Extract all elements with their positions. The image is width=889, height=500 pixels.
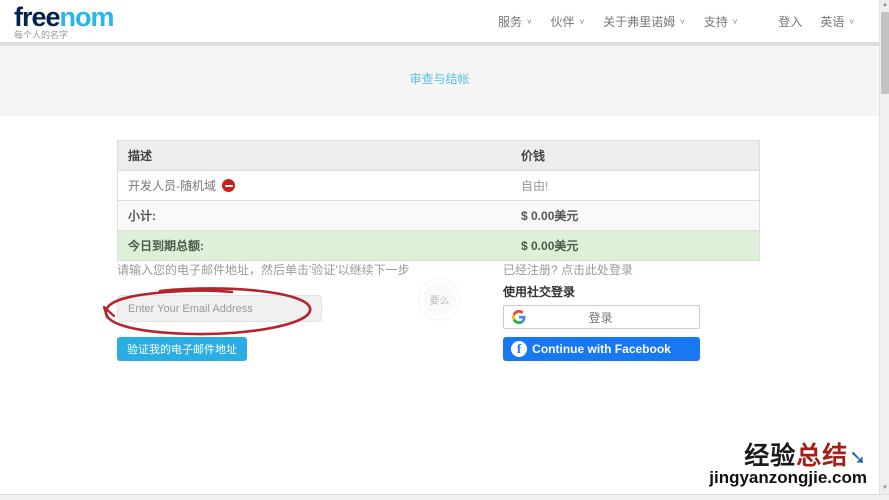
email-instruction: 请输入您的电子邮件地址，然后单击'验证'以继续下一步 [117, 261, 410, 278]
horizontal-scrollbar[interactable] [0, 494, 889, 500]
item-price-cell: 自由! [511, 171, 759, 200]
nav-signin[interactable]: 登入 [778, 13, 802, 30]
order-summary-table: 描述 价钱 开发人员-随机域 自由! 小计: $ 0.00美元 今日到期总额: … [117, 140, 760, 261]
freenom-logo[interactable]: freenom 每个人的名字 [14, 4, 114, 41]
social-login-title: 使用社交登录 [503, 283, 575, 300]
total-due-value: $ 0.00美元 [511, 231, 759, 260]
verify-email-button[interactable]: 验证我的电子邮件地址 [117, 337, 247, 361]
header: freenom 每个人的名字 服务∨ 伙伴∨ 关于弗里诺姆∨ 支持∨ 登入 英语… [0, 0, 879, 42]
checkout-page: freenom 每个人的名字 服务∨ 伙伴∨ 关于弗里诺姆∨ 支持∨ 登入 英语… [0, 0, 889, 500]
facebook-login-button[interactable]: f Continue with Facebook [503, 337, 700, 361]
chevron-down-icon: ∨ [579, 17, 586, 26]
main-nav: 服务∨ 伙伴∨ 关于弗里诺姆∨ 支持∨ 登入 英语∨ [480, 13, 855, 30]
chevron-down-icon: ∨ [732, 17, 739, 26]
vertical-scrollbar[interactable]: ▲ ▼ [879, 0, 889, 494]
total-due-label: 今日到期总额: [118, 231, 511, 260]
email-input[interactable] [117, 295, 322, 322]
logo-wordmark: freenom [14, 4, 114, 30]
item-description-cell: 开发人员-随机域 [118, 171, 511, 200]
nav-support[interactable]: 支持∨ [704, 13, 739, 30]
nav-about[interactable]: 关于弗里诺姆∨ [603, 13, 686, 30]
subheader-band: 审查与结帐 [0, 42, 879, 116]
google-button-label: 登录 [526, 309, 675, 326]
table-row-total-due: 今日到期总额: $ 0.00美元 [118, 231, 759, 261]
remove-item-icon[interactable] [222, 179, 235, 192]
nav-services[interactable]: 服务∨ [498, 13, 533, 30]
scroll-down-icon[interactable]: ▼ [880, 483, 889, 494]
table-row-subtotal: 小计: $ 0.00美元 [118, 201, 759, 231]
table-row-item: 开发人员-随机域 自由! [118, 171, 759, 201]
review-checkout-link[interactable]: 审查与结帐 [0, 70, 879, 87]
table-header-row: 描述 价钱 [118, 141, 759, 171]
scroll-up-icon[interactable]: ▲ [880, 0, 889, 11]
watermark-title: 经验总结➘ [709, 443, 867, 469]
chevron-down-icon: ∨ [679, 17, 686, 26]
watermark: 经验总结➘ jingyanzongjie.com [709, 443, 867, 487]
watermark-arrow-icon: ➘ [849, 447, 867, 469]
nav-partners[interactable]: 伙伴∨ [551, 13, 586, 30]
chevron-down-icon: ∨ [848, 17, 855, 26]
col-header-price: 价钱 [511, 141, 759, 170]
nav-language[interactable]: 英语∨ [820, 13, 855, 30]
col-header-description: 描述 [118, 141, 511, 170]
google-icon [512, 310, 526, 324]
or-divider: 要么 [423, 283, 456, 316]
subtotal-label: 小计: [118, 201, 511, 230]
chevron-down-icon: ∨ [526, 17, 533, 26]
subtotal-value: $ 0.00美元 [511, 201, 759, 230]
already-registered-link[interactable]: 已经注册? 点击此处登录 [503, 261, 633, 278]
vertical-scrollbar-thumb[interactable] [881, 12, 889, 94]
google-login-button[interactable]: 登录 [503, 305, 700, 329]
watermark-domain: jingyanzongjie.com [709, 469, 867, 487]
facebook-button-label: Continue with Facebook [527, 342, 676, 356]
facebook-icon: f [511, 341, 527, 357]
